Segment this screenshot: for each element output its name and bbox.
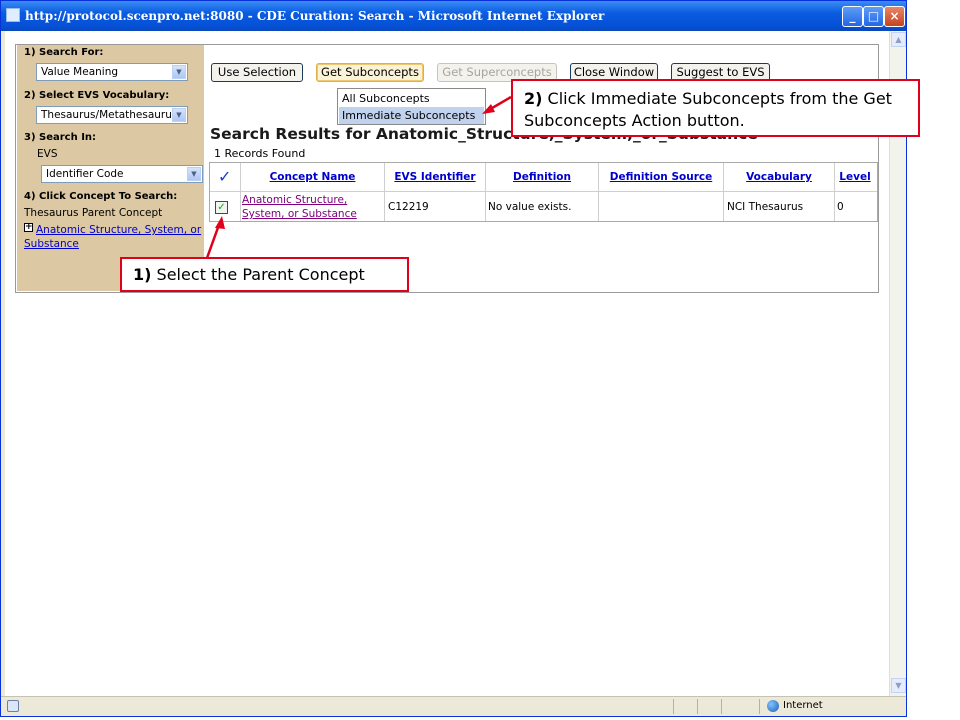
- step2-arrowhead: [482, 104, 495, 114]
- callout-arrows: [205, 95, 512, 259]
- step1-arrowhead: [215, 216, 225, 229]
